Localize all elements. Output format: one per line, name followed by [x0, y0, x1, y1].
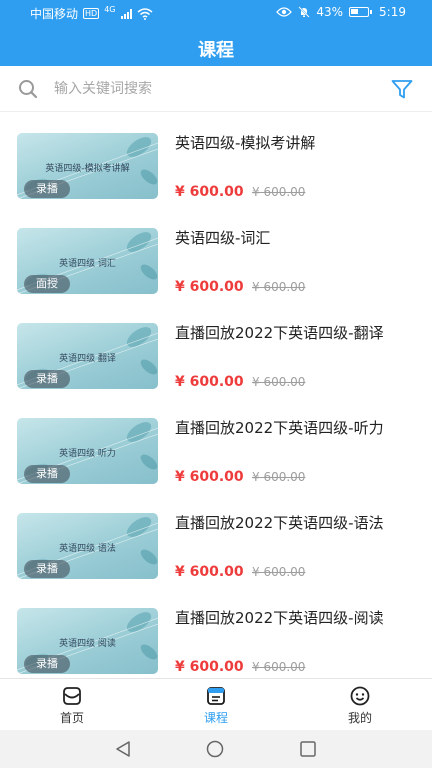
- course-item[interactable]: 英语四级 翻译 录播 直播回放2022下英语四级-翻译 ¥ 600.00 ¥ 6…: [0, 302, 432, 397]
- bottom-tab-bar: 首页 课程 我的: [0, 678, 432, 730]
- course-type-tag: 录播: [24, 655, 70, 673]
- carrier-label: 中国移动: [30, 7, 79, 21]
- course-item[interactable]: 英语四级 阅读 录播 直播回放2022下英语四级-阅读 ¥ 600.00 ¥ 6…: [0, 587, 432, 678]
- course-page: 中国移动 HD 4G 43% 5:19 课程 输入关键词搜索 英语四级-模拟考讲…: [0, 0, 432, 768]
- tab-label: 首页: [59, 711, 84, 725]
- tab-label: 我的: [347, 711, 372, 725]
- hd-badge: HD: [83, 8, 100, 19]
- search-icon[interactable]: [18, 79, 38, 99]
- course-original-price: ¥ 600.00: [252, 660, 306, 674]
- course-item[interactable]: 英语四级 词汇 面授 英语四级-词汇 ¥ 600.00 ¥ 600.00: [0, 207, 432, 302]
- course-price: ¥ 600.00: [175, 659, 244, 675]
- status-bar: 中国移动 HD 4G 43% 5:19: [0, 0, 432, 24]
- course-thumbnail: 英语四级-模拟考讲解 录播: [17, 133, 158, 199]
- course-thumbnail: 英语四级 词汇 面授: [17, 228, 158, 294]
- course-original-price: ¥ 600.00: [252, 565, 306, 579]
- tab-label: 课程: [203, 711, 228, 725]
- course-title: 直播回放2022下英语四级-语法: [175, 514, 384, 532]
- battery-percent: 43%: [316, 5, 344, 19]
- course-type-tag: 面授: [24, 275, 70, 293]
- thumbnail-caption: 英语四级 翻译: [59, 354, 116, 364]
- course-item[interactable]: 英语四级-模拟考讲解 录播 英语四级-模拟考讲解 ¥ 600.00 ¥ 600.…: [0, 112, 432, 207]
- back-icon[interactable]: [113, 740, 133, 758]
- course-thumbnail: 英语四级 听力 录播: [17, 418, 158, 484]
- recents-icon[interactable]: [298, 740, 318, 758]
- search-bar: [0, 66, 432, 112]
- profile-icon: [350, 686, 370, 706]
- course-title: 英语四级-模拟考讲解: [175, 134, 316, 152]
- course-type-tag: 录播: [24, 560, 70, 578]
- thumbnail-caption: 英语四级 听力: [59, 449, 116, 459]
- tab-home[interactable]: 首页: [0, 679, 144, 731]
- tab-course[interactable]: 课程: [144, 679, 288, 731]
- course-icon: [207, 687, 225, 705]
- eye-icon: [276, 7, 293, 17]
- thumbnail-caption: 英语四级 语法: [59, 544, 116, 554]
- wifi-icon: [137, 7, 152, 20]
- course-item[interactable]: 英语四级 语法 录播 直播回放2022下英语四级-语法 ¥ 600.00 ¥ 6…: [0, 492, 432, 587]
- thumbnail-caption: 英语四级-模拟考讲解: [45, 164, 130, 174]
- mute-bell-icon: [298, 6, 311, 18]
- page-title: 课程: [198, 40, 234, 61]
- battery-icon: [349, 7, 373, 17]
- thumbnail-caption: 英语四级 词汇: [59, 259, 116, 269]
- course-original-price: ¥ 600.00: [252, 185, 306, 199]
- course-price: ¥ 600.00: [175, 374, 244, 390]
- home-circle-icon[interactable]: [205, 740, 225, 758]
- course-thumbnail: 英语四级 语法 录播: [17, 513, 158, 579]
- course-price: ¥ 600.00: [175, 469, 244, 485]
- filter-icon[interactable]: [390, 77, 414, 101]
- course-type-tag: 录播: [24, 465, 70, 483]
- course-original-price: ¥ 600.00: [252, 375, 306, 389]
- home-icon: [63, 687, 81, 705]
- course-list: 英语四级-模拟考讲解 录播 英语四级-模拟考讲解 ¥ 600.00 ¥ 600.…: [0, 112, 432, 678]
- course-original-price: ¥ 600.00: [252, 470, 306, 484]
- signal-icon: [120, 8, 132, 19]
- network-label: 4G: [104, 5, 116, 14]
- course-thumbnail: 英语四级 翻译 录播: [17, 323, 158, 389]
- system-navigation-bar: [0, 730, 432, 768]
- course-price: ¥ 600.00: [175, 564, 244, 580]
- course-title: 直播回放2022下英语四级-听力: [175, 419, 384, 437]
- course-title: 直播回放2022下英语四级-阅读: [175, 609, 384, 627]
- course-title: 英语四级-词汇: [175, 229, 271, 247]
- course-type-tag: 录播: [24, 180, 70, 198]
- tab-profile[interactable]: 我的: [288, 679, 432, 731]
- course-item[interactable]: 英语四级 听力 录播 直播回放2022下英语四级-听力 ¥ 600.00 ¥ 6…: [0, 397, 432, 492]
- course-price: ¥ 600.00: [175, 279, 244, 295]
- app-header: 中国移动 HD 4G 43% 5:19 课程: [0, 0, 432, 66]
- clock: 5:19: [379, 5, 406, 19]
- course-type-tag: 录播: [24, 370, 70, 388]
- course-price: ¥ 600.00: [175, 184, 244, 200]
- course-title: 直播回放2022下英语四级-翻译: [175, 324, 384, 342]
- search-input[interactable]: [54, 77, 354, 101]
- course-thumbnail: 英语四级 阅读 录播: [17, 608, 158, 674]
- course-original-price: ¥ 600.00: [252, 280, 306, 294]
- thumbnail-caption: 英语四级 阅读: [59, 639, 116, 649]
